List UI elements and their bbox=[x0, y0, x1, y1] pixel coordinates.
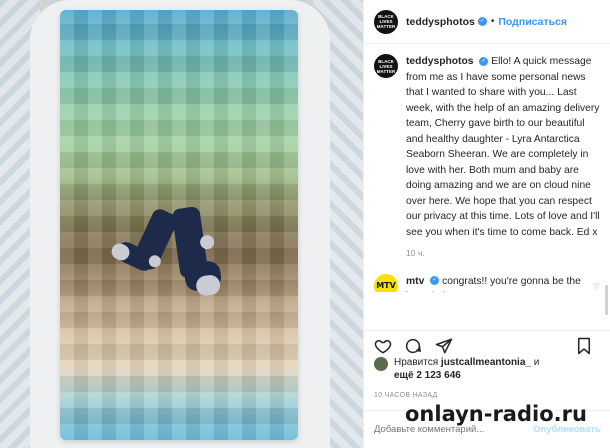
follow-button[interactable]: Подписаться bbox=[498, 16, 567, 28]
post-side-panel: BLACK LIVES MATTER teddysphotos ✓ • Подп… bbox=[363, 0, 610, 448]
verified-icon: ✓ bbox=[477, 17, 487, 26]
post-date[interactable]: 10 ЧАСОВ НАЗАД bbox=[374, 392, 438, 399]
author-avatar[interactable]: BLACK LIVES MATTER bbox=[374, 9, 398, 34]
likes-summary: Нравится justcallmeantonia_ и ещё 2 123 … bbox=[374, 356, 604, 382]
caption-text: Ello! A quick message from me as I have … bbox=[406, 56, 600, 238]
caption: BLACK LIVES MATTER teddysphotos ✓ Ello! … bbox=[364, 44, 610, 262]
likes-count[interactable]: ещё 2 123 646 bbox=[394, 370, 461, 381]
knitted-blanket bbox=[60, 10, 298, 440]
bookmark-icon[interactable] bbox=[575, 337, 593, 355]
author-username[interactable]: teddysphotos bbox=[406, 16, 475, 28]
likes-mid: и bbox=[533, 357, 540, 368]
watermark: onlayn-radio.ru bbox=[405, 402, 587, 426]
verified-icon: ✓ bbox=[479, 56, 489, 66]
action-bar bbox=[364, 330, 610, 355]
separator-dot: • bbox=[490, 16, 495, 27]
commenter-avatar[interactable]: MTV bbox=[374, 273, 398, 292]
commenter-username[interactable]: mtv bbox=[406, 276, 424, 287]
like-heart-icon[interactable] bbox=[374, 337, 392, 355]
comment-like-icon[interactable]: ♡ bbox=[593, 282, 600, 291]
post-header: BLACK LIVES MATTER teddysphotos ✓ • Подп… bbox=[364, 0, 610, 44]
caption-time[interactable]: 10 ч. bbox=[406, 246, 600, 262]
likes-prefix: Нравится bbox=[394, 357, 439, 368]
share-paper-plane-icon[interactable] bbox=[435, 337, 453, 355]
liker-avatar[interactable] bbox=[374, 357, 388, 371]
scrollbar[interactable] bbox=[605, 285, 608, 315]
caption-avatar[interactable]: BLACK LIVES MATTER bbox=[374, 54, 398, 78]
comment-item: MTV mtv ✓ congrats!! you're gonna be the… bbox=[364, 262, 610, 292]
hearts-emoji: ❤❤❤ bbox=[471, 291, 495, 292]
caption-username[interactable]: teddysphotos bbox=[406, 56, 474, 67]
post-photo[interactable] bbox=[0, 0, 363, 448]
comment-bubble-icon[interactable] bbox=[404, 337, 422, 355]
liker-username[interactable]: justcallmeantonia_ bbox=[441, 357, 531, 368]
verified-icon: ✓ bbox=[430, 276, 440, 286]
